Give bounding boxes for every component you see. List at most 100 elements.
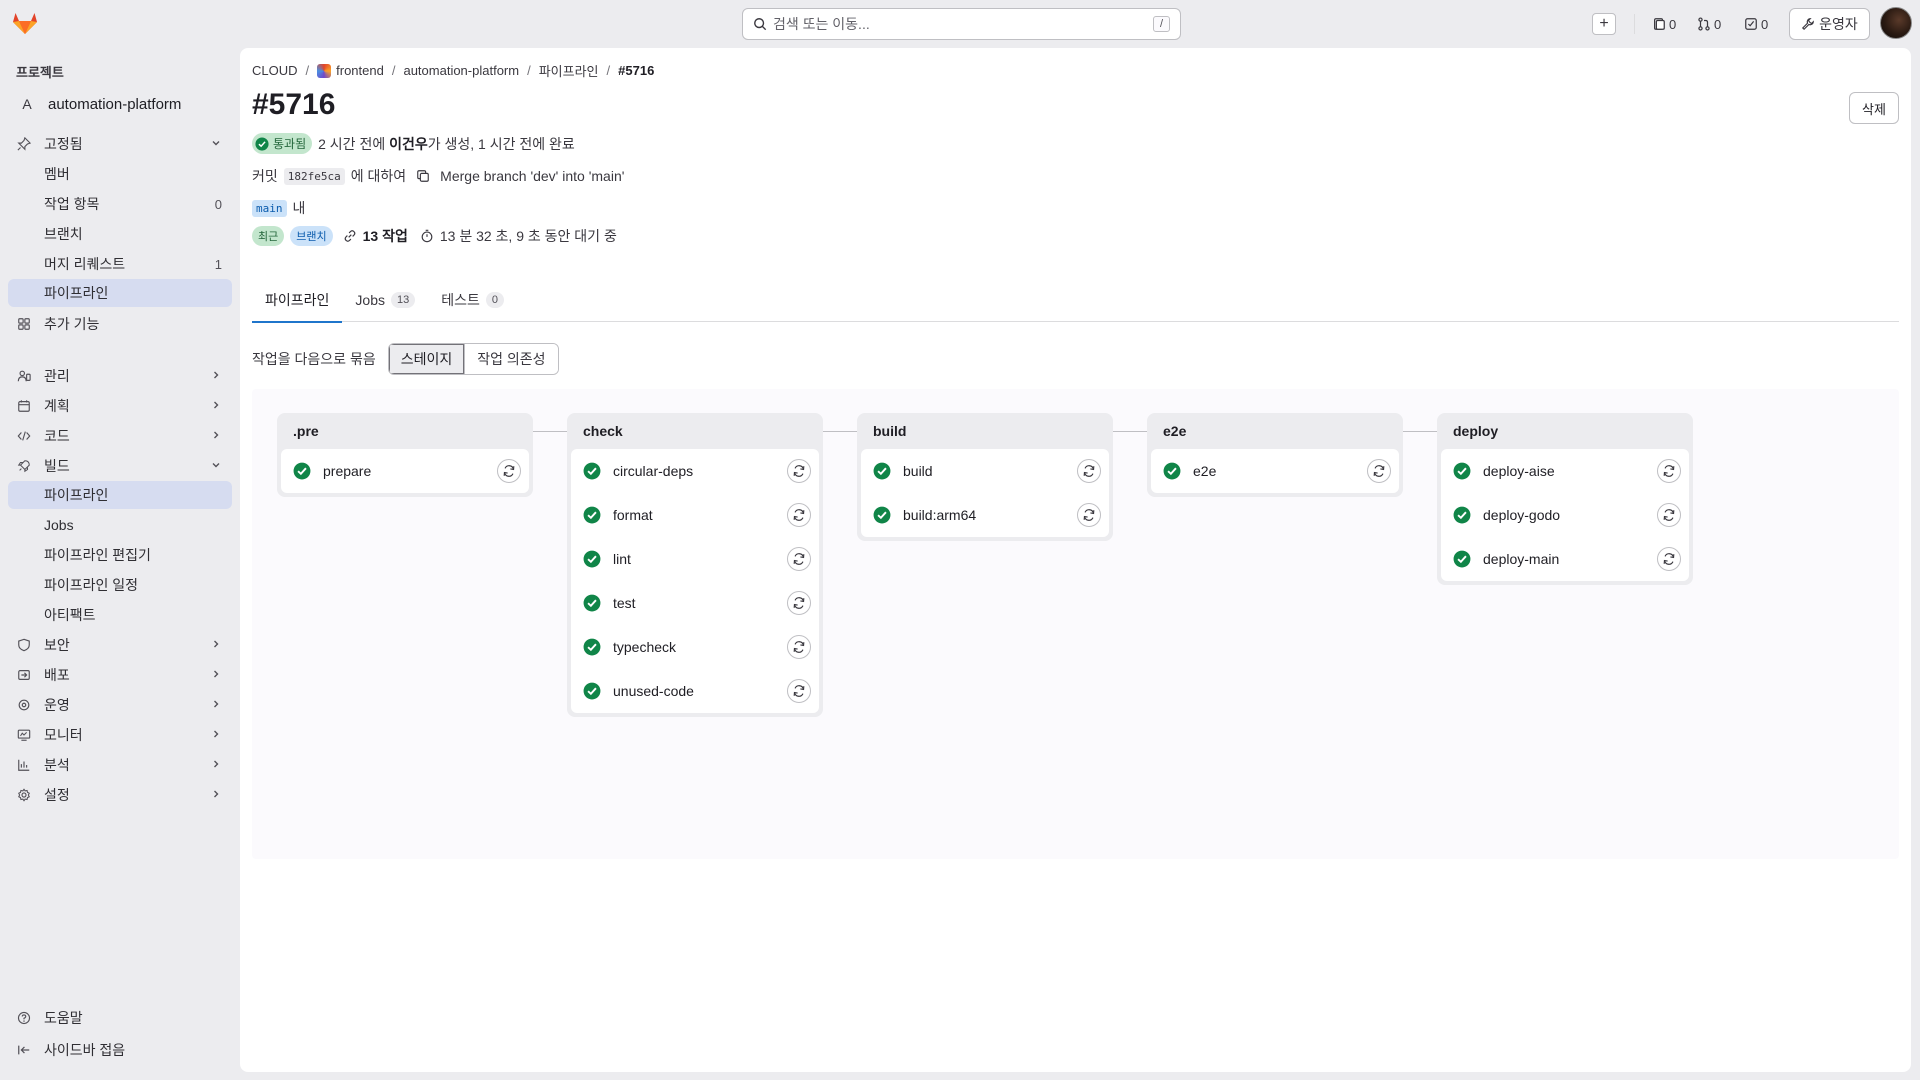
tab-jobs[interactable]: Jobs 13 [342, 278, 428, 322]
job-item[interactable]: format [571, 493, 819, 537]
group-by-stage-option[interactable]: 스테이지 [388, 344, 465, 374]
sidebar-pinned-toggle[interactable]: 고정됨 [8, 130, 232, 158]
job-item[interactable]: build [861, 449, 1109, 493]
sidebar-item-settings[interactable]: 설정 [8, 781, 232, 809]
project-switcher[interactable]: A automation-platform [8, 90, 232, 118]
issues-counter-button[interactable]: 0 [1652, 14, 1676, 34]
commit-sha-link[interactable]: 182fe5ca [283, 167, 345, 185]
todos-counter-button[interactable]: 0 [1744, 14, 1768, 34]
retry-button[interactable] [1077, 459, 1101, 483]
sidebar-item-plan[interactable]: 계획 [8, 392, 232, 420]
project-avatar: A [16, 93, 38, 115]
admin-button[interactable]: 운영자 [1789, 8, 1870, 40]
retry-button[interactable] [787, 635, 811, 659]
job-name: e2e [1193, 463, 1217, 479]
copy-icon[interactable] [416, 169, 430, 183]
main-panel: CLOUD / frontend / automation-platform /… [240, 48, 1911, 1072]
gitlab-logo-icon[interactable] [12, 11, 38, 35]
chevron-right-icon [210, 399, 222, 414]
tab-pipeline[interactable]: 파이프라인 [252, 278, 343, 323]
sidebar-item-monitor[interactable]: 모니터 [8, 721, 232, 749]
retry-button[interactable] [1657, 547, 1681, 571]
job-item[interactable]: deploy-main [1441, 537, 1689, 581]
job-item[interactable]: circular-deps [571, 449, 819, 493]
breadcrumb-current[interactable]: #5716 [618, 63, 654, 78]
created-prefix: 2 시간 전에 [318, 135, 390, 152]
todo-icon [1745, 18, 1757, 30]
job-name: deploy-aise [1483, 463, 1555, 479]
retry-button[interactable] [1657, 503, 1681, 527]
stage-pre-column: .pre prepare [277, 413, 533, 497]
sidebar-item-label: 계획 [44, 398, 70, 414]
group-by-dependency-option[interactable]: 작업 의존성 [464, 344, 558, 374]
job-item[interactable]: typecheck [571, 625, 819, 669]
sidebar-item-jobs[interactable]: Jobs [8, 511, 232, 539]
retry-button[interactable] [787, 679, 811, 703]
job-item[interactable]: e2e [1151, 449, 1399, 493]
breadcrumb-frontend[interactable]: frontend [317, 63, 384, 78]
sidebar-item-secure[interactable]: 보안 [8, 631, 232, 659]
sidebar-item-more-features[interactable]: 추가 기능 [8, 310, 232, 338]
job-item[interactable]: lint [571, 537, 819, 581]
collapse-sidebar-button[interactable]: 사이드바 접음 [8, 1036, 232, 1064]
status-badge[interactable]: 통과됨 [252, 133, 313, 154]
merge-requests-counter-button[interactable]: 0 [1697, 14, 1721, 34]
job-list: build build:arm64 [861, 449, 1109, 537]
sidebar-item-pipelines[interactable]: 파이프라인 [8, 481, 232, 509]
job-name: build [903, 463, 933, 479]
retry-button[interactable] [787, 591, 811, 615]
top-bar: 검색 또는 이동... / + 0 0 0 운영자 [0, 0, 1920, 48]
created-suffix: 가 생성, 1 시간 전에 완료 [427, 135, 575, 152]
sidebar-item-work-items[interactable]: 작업 항목 0 [8, 190, 232, 218]
stage-title: check [583, 423, 623, 439]
job-item[interactable]: prepare [281, 449, 529, 493]
plus-icon: + [1599, 15, 1609, 32]
job-item[interactable]: unused-code [571, 669, 819, 713]
search-input[interactable]: 검색 또는 이동... / [742, 8, 1181, 40]
retry-button[interactable] [787, 503, 811, 527]
sidebar-item-branches[interactable]: 브랜치 [8, 220, 232, 248]
author-link[interactable]: 이건우 [389, 136, 428, 152]
retry-button[interactable] [1367, 459, 1391, 483]
job-item[interactable]: deploy-godo [1441, 493, 1689, 537]
breadcrumb-separator: / [305, 63, 310, 78]
breadcrumb-cloud[interactable]: CLOUD [252, 63, 298, 78]
job-name: format [613, 507, 653, 523]
job-item[interactable]: test [571, 581, 819, 625]
sidebar-item-operate[interactable]: 운영 [8, 691, 232, 719]
retry-button[interactable] [1077, 503, 1101, 527]
sidebar-item-build[interactable]: 빌드 [8, 452, 232, 480]
search-placeholder: 검색 또는 이동... [773, 16, 870, 32]
tab-tests[interactable]: 테스트 0 [428, 278, 517, 322]
sidebar-item-pipeline-editor[interactable]: 파이프라인 편집기 [8, 541, 232, 569]
breadcrumb-project[interactable]: automation-platform [403, 63, 519, 78]
retry-button[interactable] [787, 459, 811, 483]
retry-icon [1083, 465, 1095, 477]
sidebar-item-analyze[interactable]: 분석 [8, 751, 232, 779]
sidebar-item-pipeline-schedules[interactable]: 파이프라인 일정 [8, 571, 232, 599]
todos-count: 0 [1761, 16, 1769, 32]
breadcrumb-pipelines[interactable]: 파이프라인 [539, 61, 599, 80]
breadcrumb-label: frontend [336, 63, 384, 78]
collapse-icon [16, 1042, 32, 1058]
retry-button[interactable] [1657, 459, 1681, 483]
job-item[interactable]: build:arm64 [861, 493, 1109, 537]
sidebar-item-pipelines-pinned[interactable]: 파이프라인 [8, 279, 232, 307]
retry-button[interactable] [497, 459, 521, 483]
branch-link[interactable]: main [252, 199, 287, 217]
sidebar-item-deploy[interactable]: 배포 [8, 661, 232, 689]
job-item[interactable]: deploy-aise [1441, 449, 1689, 493]
sidebar-item-members[interactable]: 멤버 [8, 160, 232, 188]
sidebar-item-manage[interactable]: 관리 [8, 362, 232, 390]
status-success-icon [583, 550, 601, 568]
retry-button[interactable] [787, 547, 811, 571]
tab-count: 0 [485, 292, 504, 308]
sidebar-item-code[interactable]: 코드 [8, 422, 232, 450]
delete-button[interactable]: 삭제 [1849, 92, 1899, 124]
help-button[interactable]: 도움말 [8, 1004, 232, 1032]
create-new-button[interactable]: + [1592, 13, 1616, 35]
sidebar-item-merge-requests[interactable]: 머지 리퀘스트 1 [8, 250, 232, 278]
sidebar-item-artifacts[interactable]: 아티팩트 [8, 601, 232, 629]
user-avatar[interactable] [1880, 7, 1912, 39]
status-success-icon [873, 462, 891, 480]
